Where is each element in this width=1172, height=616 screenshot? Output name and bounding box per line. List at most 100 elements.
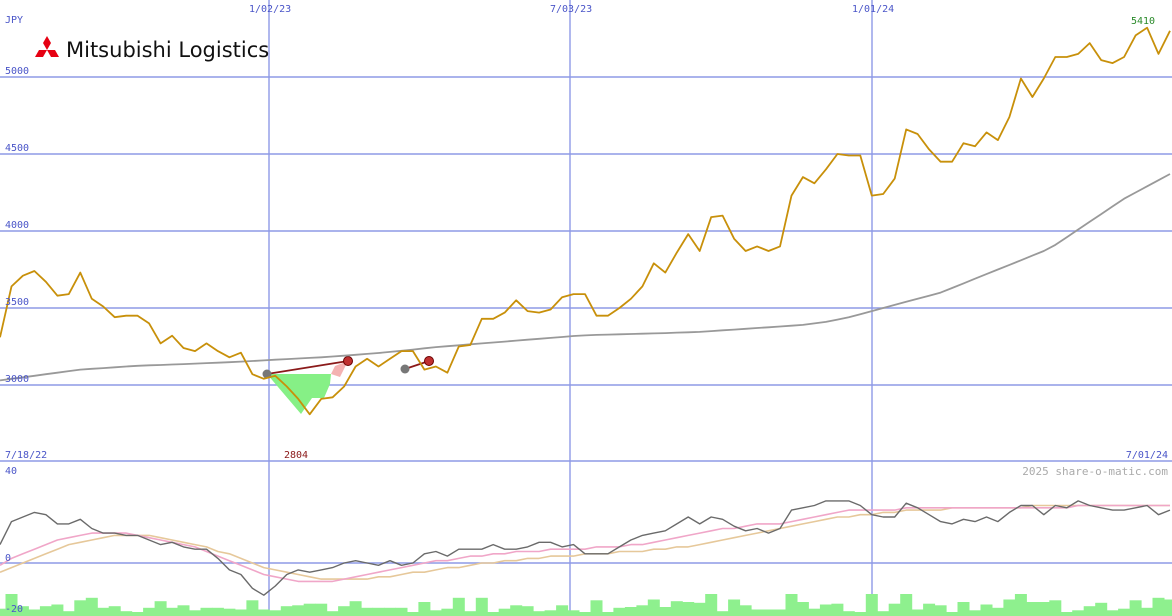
volume-bar bbox=[418, 602, 431, 616]
volume-bar bbox=[384, 607, 396, 616]
volume-bar bbox=[1141, 607, 1154, 616]
volume-bar bbox=[888, 603, 901, 616]
volume-bar bbox=[97, 607, 110, 616]
volume-bar bbox=[74, 600, 87, 616]
pattern-point bbox=[400, 364, 410, 374]
y-tick-label: 5000 bbox=[5, 66, 29, 77]
oscillator-panel bbox=[0, 500, 1171, 596]
volume-bar bbox=[590, 600, 603, 616]
volume-bar bbox=[510, 605, 523, 616]
company-logo: Mitsubishi Logistics bbox=[35, 36, 269, 62]
volume-bar bbox=[429, 610, 442, 616]
volume-bar bbox=[957, 602, 970, 616]
volume-bar bbox=[1003, 599, 1016, 616]
volume-bar bbox=[1129, 600, 1142, 616]
volume-bar bbox=[338, 606, 351, 616]
volume-bar bbox=[292, 605, 305, 616]
volume-bar bbox=[854, 612, 867, 616]
volume-bar bbox=[728, 599, 741, 616]
volume-bar bbox=[166, 607, 179, 616]
volume-bar bbox=[705, 594, 718, 616]
volume-bar bbox=[1095, 602, 1108, 616]
volume-bar bbox=[647, 599, 660, 616]
volume-bar bbox=[372, 607, 385, 616]
volume-bar bbox=[533, 611, 546, 616]
volume-bar bbox=[85, 597, 98, 616]
volume-bar bbox=[521, 606, 534, 616]
volume-bar bbox=[796, 602, 809, 616]
volume-bar bbox=[579, 612, 591, 616]
date-label: 7/01/24 bbox=[1126, 450, 1168, 461]
volume-bar bbox=[624, 607, 637, 616]
volume-bar bbox=[349, 601, 362, 616]
volume-bar bbox=[831, 603, 844, 616]
volume-bar bbox=[246, 600, 259, 616]
pattern-fill-green bbox=[267, 374, 331, 414]
volume-bar bbox=[774, 609, 786, 616]
volume-bar bbox=[693, 602, 706, 616]
volume-bar bbox=[211, 607, 224, 616]
volume-bar bbox=[315, 603, 328, 616]
volume-bar bbox=[28, 609, 41, 616]
volume-bar bbox=[200, 607, 213, 616]
volume-bar bbox=[498, 608, 511, 616]
volume-bar bbox=[991, 607, 1004, 616]
volume-bar bbox=[326, 611, 339, 616]
volume-bar bbox=[280, 606, 293, 616]
volume-bar bbox=[567, 610, 580, 616]
volume-bar bbox=[636, 605, 649, 616]
volume-bar bbox=[900, 594, 913, 616]
volume-bar bbox=[1164, 599, 1172, 616]
volume-bar bbox=[395, 607, 408, 616]
volume-bar bbox=[234, 609, 247, 616]
date-label: 1/02/23 bbox=[249, 4, 291, 15]
volume-bar bbox=[762, 609, 775, 616]
volume-bar bbox=[1118, 608, 1131, 616]
pattern-point bbox=[424, 356, 434, 366]
volume-bar bbox=[819, 604, 832, 616]
volume-bar bbox=[808, 608, 821, 616]
y-tick-label: 4500 bbox=[5, 143, 29, 154]
volume-bar bbox=[131, 612, 144, 616]
date-label: 1/01/24 bbox=[852, 4, 894, 15]
volume-bar bbox=[1026, 602, 1039, 616]
date-label: 7/18/22 bbox=[5, 450, 47, 461]
volume-bar bbox=[487, 612, 500, 616]
credit-text: 2025 share-o-matic.com bbox=[1022, 465, 1168, 478]
volume-bar bbox=[842, 611, 855, 616]
volume-bar bbox=[223, 608, 236, 616]
volume-bar bbox=[177, 605, 190, 616]
volume-bar bbox=[865, 594, 878, 616]
volume-bar bbox=[475, 597, 488, 616]
volume-bar bbox=[120, 611, 133, 616]
volume-bar bbox=[969, 610, 981, 616]
volume-bar bbox=[269, 610, 282, 616]
volume-bar bbox=[670, 601, 683, 616]
moving-average-line bbox=[0, 173, 1171, 382]
volume-bar bbox=[601, 612, 614, 616]
volume-bar bbox=[464, 611, 477, 616]
volume-bar bbox=[613, 607, 626, 616]
volume-bar bbox=[303, 603, 316, 616]
grid bbox=[0, 0, 1172, 616]
volume-bar bbox=[946, 612, 959, 616]
volume-bar bbox=[452, 597, 465, 616]
volume-bar bbox=[1060, 612, 1073, 616]
volume-bar bbox=[659, 607, 672, 616]
volume-bar bbox=[189, 610, 201, 616]
volume-bar bbox=[406, 612, 419, 616]
volume-bar bbox=[877, 611, 890, 616]
volume-bar bbox=[361, 607, 374, 616]
price-panel bbox=[0, 26, 1171, 416]
y-tick-label: 4000 bbox=[5, 220, 29, 231]
volume-bar bbox=[154, 601, 167, 616]
company-name: Mitsubishi Logistics bbox=[66, 38, 269, 62]
osc-tick-label: -20 bbox=[5, 604, 23, 615]
volume-bar bbox=[1072, 610, 1085, 616]
volume-bar bbox=[257, 609, 270, 616]
volume-bar bbox=[51, 604, 64, 616]
volume-bar bbox=[143, 607, 156, 616]
volume-bar bbox=[1106, 610, 1119, 616]
volume-bar bbox=[441, 608, 454, 616]
volume-bar bbox=[1014, 594, 1027, 616]
